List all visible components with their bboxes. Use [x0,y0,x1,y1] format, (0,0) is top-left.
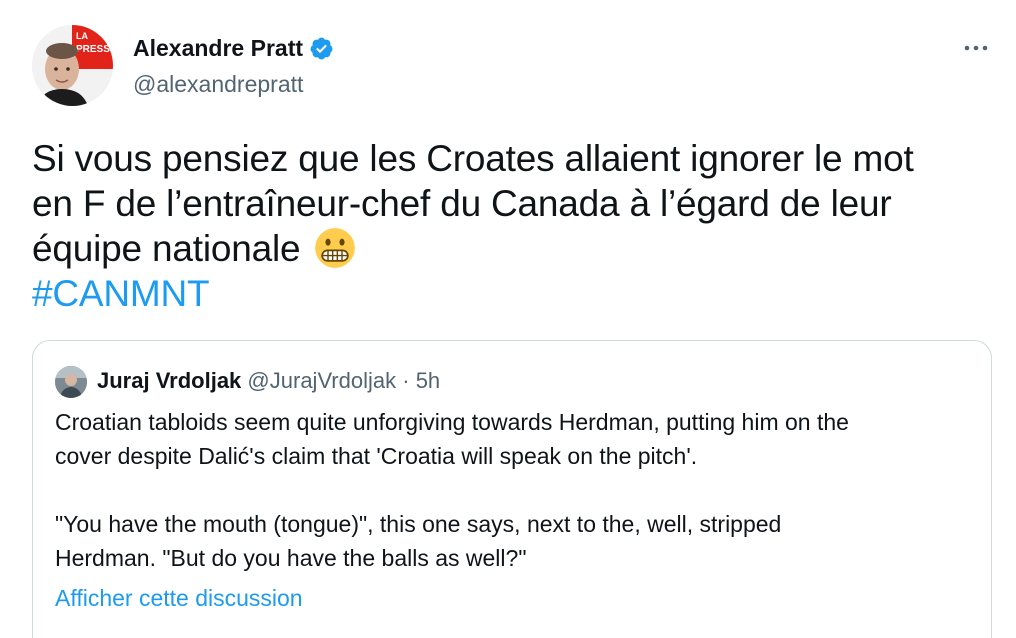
quoted-line: Croatian tabloids seem quite unforgiving… [55,409,849,435]
author-avatar[interactable]: LA PRESSE [32,25,113,106]
author-handle[interactable]: @alexandrepratt [133,69,303,99]
svg-text:LA: LA [76,31,88,41]
tweet-text-line: équipe nationale [32,228,301,269]
quoted-paragraph: "You have the mouth (tongue)", this one … [55,507,975,575]
quoted-line: "You have the mouth (tongue)", this one … [55,511,782,537]
author-name-row[interactable]: Alexandre Pratt [133,33,334,63]
show-thread-link[interactable]: Afficher cette discussion [55,581,303,615]
avatar-photo: LA PRESSE [32,25,113,106]
tweet-text-line: en F de l’entraîneur-chef du Canada à l’… [32,183,892,224]
quoted-tweet-time[interactable]: 5h [416,368,440,393]
tweet-text: Si vous pensiez que les Croates allaient… [32,136,1002,316]
svg-text:PRESSE: PRESSE [76,44,113,55]
quoted-line: Herdman. "But do you have the balls as w… [55,545,527,571]
author-name[interactable]: Alexandre Pratt [133,33,303,63]
separator-dot: · [402,368,410,393]
grimacing-face-emoji-icon [315,228,356,268]
quoted-author-avatar[interactable] [55,366,87,398]
tweet-card[interactable]: LA PRESSE Alexandre Pratt @alexandreprat… [0,0,1016,638]
tweet-text-line: Si vous pensiez que les Croates allaient… [32,138,914,179]
quoted-author-handle[interactable]: @JurajVrdoljak [247,368,396,393]
more-options-icon[interactable] [961,36,991,60]
tweet-text-line-with-emoji: équipe nationale [32,226,1002,271]
quoted-line: cover despite Dalić's claim that 'Croati… [55,443,698,469]
quoted-avatar-photo [55,366,87,398]
quoted-author-name[interactable]: Juraj Vrdoljak [97,368,241,393]
quoted-tweet-text: Croatian tabloids seem quite unforgiving… [55,405,975,575]
quoted-tweet-card[interactable]: Juraj Vrdoljak @JurajVrdoljak · 5h Croat… [32,340,992,638]
quoted-tweet-header: Juraj Vrdoljak @JurajVrdoljak · 5h [97,367,440,395]
verified-badge-icon [310,37,333,59]
quoted-paragraph: Croatian tabloids seem quite unforgiving… [55,405,975,473]
hashtag-link[interactable]: #CANMNT [32,271,1002,316]
